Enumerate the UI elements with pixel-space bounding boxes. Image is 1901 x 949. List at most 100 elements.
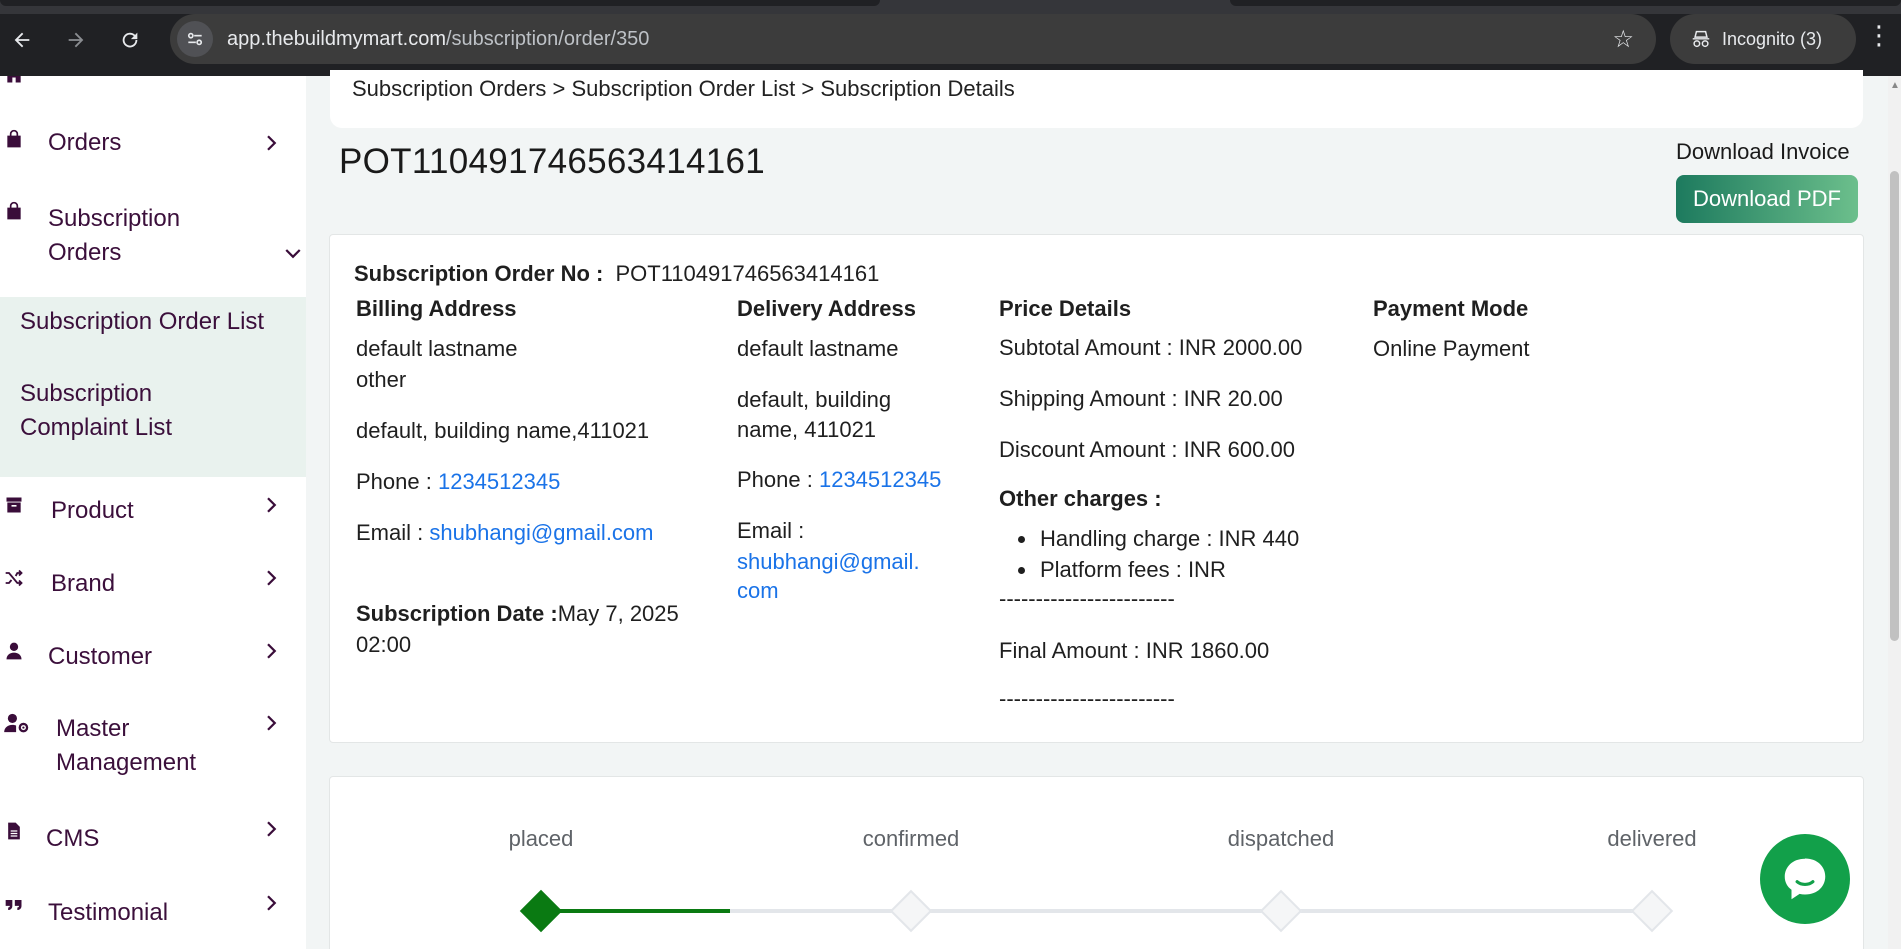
billing-name: default lastname <box>356 336 518 361</box>
delivery-name: default lastname <box>737 336 899 361</box>
billing-phone-row: Phone : 1234512345 <box>356 466 560 497</box>
delivery-address-heading: Delivery Address <box>737 296 916 321</box>
site-info-icon[interactable] <box>177 21 213 57</box>
menu-kebab-icon[interactable]: ⋮ <box>1866 20 1892 51</box>
user-icon <box>6 642 22 660</box>
download-pdf-button[interactable]: Download PDF <box>1676 175 1858 223</box>
sidebar-item-customer[interactable]: Customer <box>0 640 306 680</box>
price-details-heading: Price Details <box>999 296 1132 321</box>
order-status-tracker <box>329 776 1864 949</box>
incognito-icon <box>1692 30 1710 48</box>
page-scrollbar[interactable]: ▲ <box>1888 76 1901 949</box>
payment-mode-value: Online Payment <box>1373 336 1530 361</box>
delivery-email-link-line2[interactable]: com <box>737 575 779 606</box>
payment-mode-heading: Payment Mode <box>1373 296 1529 321</box>
billing-email-link[interactable]: shubhangi@gmail.com <box>429 520 653 545</box>
billing-email-row: Email : shubhangi@gmail.com <box>356 517 654 548</box>
shuffle-icon <box>5 569 23 587</box>
other-charges-label: Other charges : <box>999 486 1162 511</box>
bag-icon <box>7 129 21 148</box>
sidebar-item-brand[interactable]: Brand <box>0 567 306 607</box>
chevron-right-icon <box>267 895 277 911</box>
sidebar-item-orders[interactable]: Orders <box>0 126 306 166</box>
chevron-right-icon <box>267 643 277 659</box>
order-number-value: POT110491746563414161 <box>615 261 880 286</box>
bag-icon <box>7 201 21 220</box>
delivery-phone-link[interactable]: 1234512345 <box>819 467 941 492</box>
file-icon <box>8 822 20 840</box>
billing-phone-link[interactable]: 1234512345 <box>438 469 560 494</box>
chat-bubble-icon <box>1784 858 1826 900</box>
sidebar-item-label: Subscription Orders <box>48 205 181 266</box>
sidebar-item-label: Master Management <box>56 715 197 776</box>
home-icon <box>7 76 21 83</box>
delivery-address-line1: default, building <box>737 387 892 412</box>
order-number-row: Subscription Order No : POT1104917465634… <box>354 258 879 289</box>
url-host: app.thebuildmymart.com <box>227 27 446 50</box>
bookmark-star-icon[interactable]: ☆ <box>1612 25 1634 54</box>
discount-amount: Discount Amount : INR 600.00 <box>999 437 1295 462</box>
breadcrumb[interactable]: Subscription Orders > Subscription Order… <box>352 76 1015 102</box>
tab-active[interactable] <box>0 0 880 6</box>
tab-other[interactable] <box>1230 0 1901 6</box>
address-bar[interactable]: app.thebuildmymart.com/subscription/orde… <box>170 14 1656 64</box>
url-path: /subscription/order/350 <box>445 27 650 50</box>
order-number-label: Subscription Order No : <box>354 261 604 286</box>
chevron-right-icon <box>267 497 277 513</box>
scroll-up-arrow-icon[interactable]: ▲ <box>1890 80 1900 91</box>
subscription-submenu: Subscription Order List Subscription Com… <box>0 297 306 477</box>
delivery-phone-row: Phone : 1234512345 <box>737 464 941 495</box>
sidebar-item-label: Product <box>51 497 134 524</box>
incognito-label: Incognito (3) <box>1722 28 1823 49</box>
url-text[interactable]: app.thebuildmymart.com/subscription/orde… <box>227 28 649 51</box>
sidebar-item-label: Orders <box>48 129 122 156</box>
download-invoice-label: Download Invoice <box>1676 139 1850 164</box>
step-confirmed-label: confirmed <box>862 826 960 851</box>
forward-icon[interactable] <box>60 24 92 56</box>
breadcrumb-card: Subscription Orders > Subscription Order… <box>330 70 1863 128</box>
subscription-date-value: May 7, 2025 <box>557 601 679 626</box>
sidebar-item-cms[interactable]: CMS <box>0 821 306 862</box>
chevron-down-icon <box>285 249 301 259</box>
step-delivered-label: delivered <box>1607 826 1697 851</box>
sidebar-subitem-order-list[interactable]: Subscription Order List <box>20 305 264 339</box>
tab-strip <box>0 0 1901 14</box>
platform-fees-item: Platform fees : INR <box>1010 554 1299 585</box>
delivery-email-link-line1[interactable]: shubhangi@gmail. <box>737 546 920 577</box>
reload-icon[interactable] <box>114 24 146 56</box>
sidebar-item-label: Brand <box>51 570 116 597</box>
subscription-time-value: 02:00 <box>356 632 412 657</box>
quote-icon <box>5 900 22 910</box>
sidebar-item-subscription-orders[interactable]: Subscription Orders <box>0 201 306 274</box>
subscription-date-label: Subscription Date : <box>356 601 558 626</box>
progress-fill <box>541 909 730 913</box>
sidebar-item-testimonial[interactable]: Testimonial <box>0 895 306 936</box>
billing-type: other <box>356 367 407 392</box>
sidebar-item-product[interactable]: Product <box>0 494 306 534</box>
incognito-indicator[interactable]: Incognito (3) <box>1670 14 1856 64</box>
back-icon[interactable] <box>6 24 38 56</box>
user-gear-icon <box>4 713 29 733</box>
chevron-right-icon <box>267 715 277 731</box>
billing-email-label: Email : <box>356 520 424 545</box>
sidebar-item-label: CMS <box>46 825 100 852</box>
delivery-email-label: Email : <box>737 518 805 543</box>
final-amount: Final Amount : INR 1860.00 <box>999 638 1270 663</box>
page-title: POT110491746563414161 <box>339 142 766 181</box>
sidebar-item-master-management[interactable]: Master Management <box>0 712 306 784</box>
sidebar-subitem-complaint-list[interactable]: Subscription Complaint List <box>20 377 240 445</box>
sidebar-item-label: Testimonial <box>48 899 169 926</box>
archive-icon <box>6 497 22 513</box>
billing-phone-label: Phone : <box>356 469 432 494</box>
subtotal-amount: Subtotal Amount : INR 2000.00 <box>999 335 1303 360</box>
separator-line: ------------------------ <box>999 686 1175 711</box>
sidebar: Orders Subscription Orders Subscription … <box>0 76 306 949</box>
step-placed-label: placed <box>508 826 574 851</box>
chat-button[interactable] <box>1760 834 1850 924</box>
other-charges-list: Handling charge : INR 440 Platform fees … <box>1010 523 1299 585</box>
sidebar-item-home-partial[interactable] <box>0 76 306 86</box>
chevron-right-icon <box>267 570 277 586</box>
scrollbar-thumb[interactable] <box>1890 171 1899 641</box>
handling-charge-item: Handling charge : INR 440 <box>1010 523 1299 554</box>
browser-chrome: app.thebuildmymart.com/subscription/orde… <box>0 0 1901 76</box>
